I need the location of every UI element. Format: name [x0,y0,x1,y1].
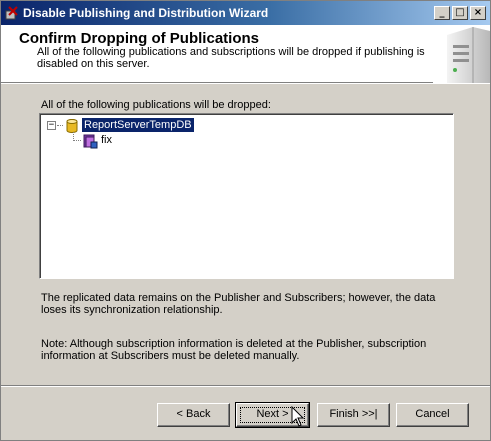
tree-collapse-toggle[interactable]: − [47,121,56,130]
close-button[interactable]: × [470,6,486,20]
publications-list-label: All of the following publications will b… [41,99,271,111]
tree-connector [57,125,63,126]
back-button-label: < Back [176,408,211,420]
finish-button-label: Finish >>| [329,408,378,420]
server-graphic-icon [433,25,490,83]
window-title: Disable Publishing and Distribution Wiza… [23,6,269,20]
tree-item-reportservertempdb[interactable]: ReportServerTempDB [82,118,194,132]
minimize-button[interactable]: _ [434,6,450,20]
wizard-window: Disable Publishing and Distribution Wiza… [0,0,491,441]
note-text: Note: Although subscription information … [41,338,427,362]
database-icon [66,119,78,133]
cancel-button[interactable]: Cancel [396,403,469,427]
cancel-button-label: Cancel [415,408,450,420]
title-bar[interactable]: Disable Publishing and Distribution Wiza… [1,1,490,25]
maximize-button[interactable]: □ [452,6,468,20]
finish-button[interactable]: Finish >>| [317,403,390,427]
page-title: Confirm Dropping of Publications [19,30,259,47]
info-text: The replicated data remains on the Publi… [41,292,436,316]
publications-tree[interactable]: − ReportServerTempDB fix [39,113,454,279]
footer-divider-highlight [1,386,490,387]
header-divider [1,83,490,84]
tree-connector [73,140,81,141]
wizard-app-icon [5,6,18,20]
tree-item-fix[interactable]: fix [101,134,112,146]
page-description: All of the following publications and su… [37,46,425,70]
wizard-header: Confirm Dropping of Publications All of … [1,25,490,83]
mouse-cursor-icon [291,406,305,427]
publication-icon [83,134,98,149]
back-button[interactable]: < Back [157,403,230,427]
